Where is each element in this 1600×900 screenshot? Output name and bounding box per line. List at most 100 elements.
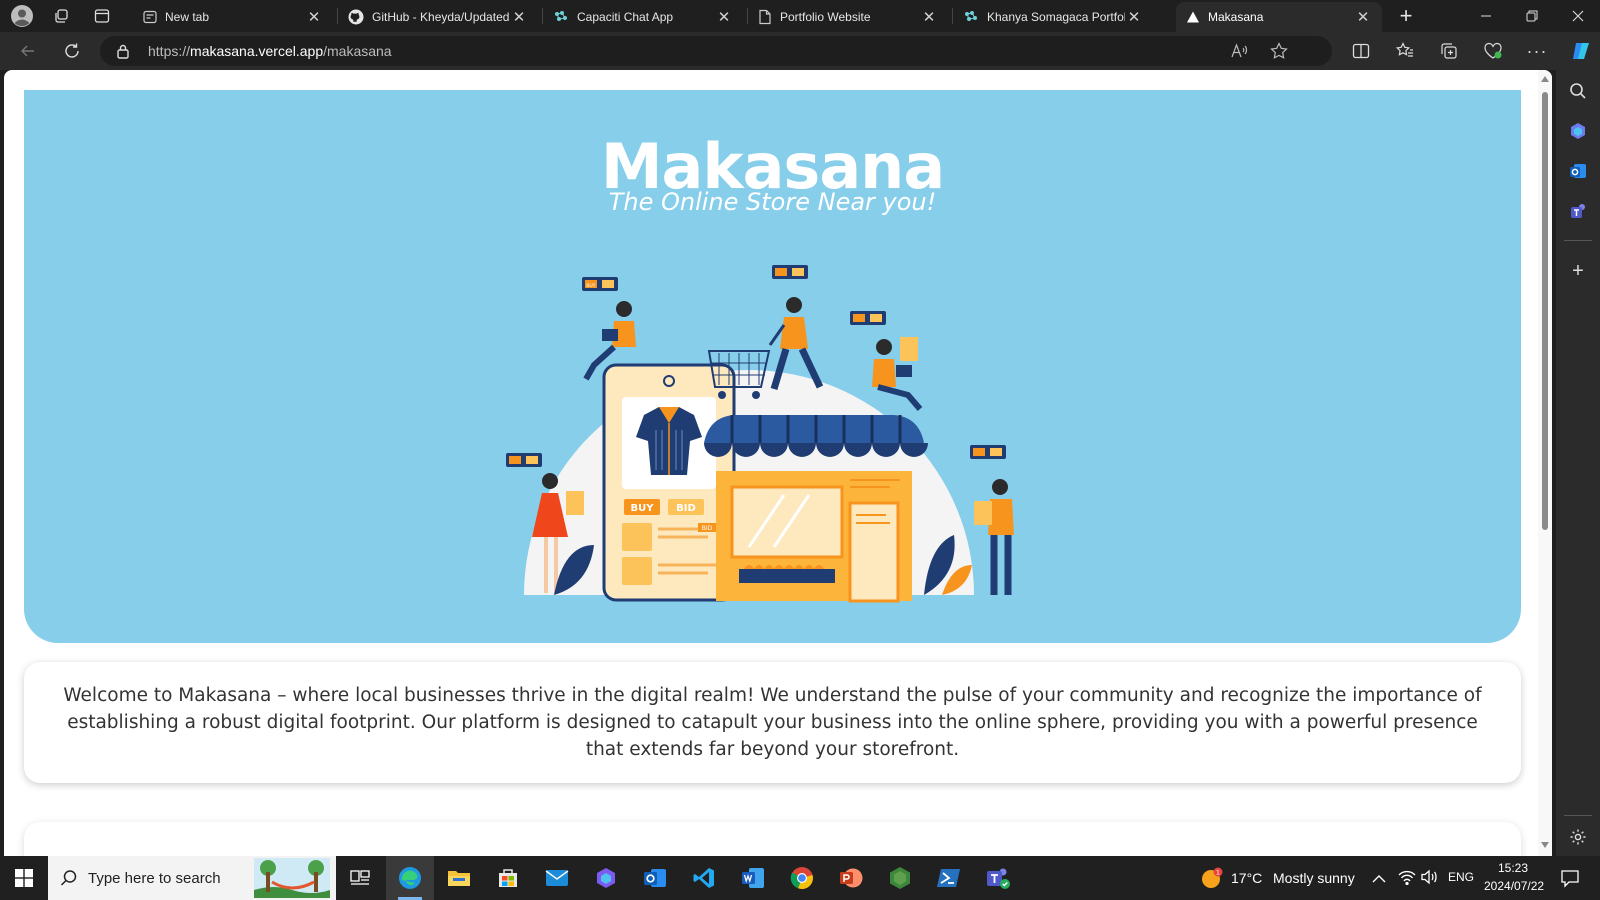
vscode-icon[interactable] — [680, 856, 728, 900]
next-section-card — [24, 822, 1521, 856]
powershell-icon[interactable] — [925, 856, 973, 900]
tab-title: Capaciti Chat App — [577, 10, 674, 24]
tab-close-icon[interactable]: ✕ — [305, 8, 323, 26]
weather-temp[interactable]: 17°C — [1231, 870, 1262, 886]
tab-close-icon[interactable]: ✕ — [1354, 8, 1372, 26]
browser-tab-strip: New tab ✕ GitHub - Kheyda/UpdatedC ✕ Cap… — [0, 0, 1600, 32]
tab-capaciti-chat[interactable]: Capaciti Chat App ✕ — [543, 2, 743, 32]
minimize-icon[interactable] — [1463, 0, 1509, 32]
refresh-icon[interactable] — [59, 39, 85, 63]
browser-essentials-icon[interactable] — [1480, 39, 1506, 63]
input-language[interactable]: ENG — [1448, 870, 1474, 884]
sidebar-settings-gear-icon[interactable] — [1567, 826, 1589, 848]
edge-icon[interactable] — [386, 856, 434, 900]
windows-start-icon[interactable] — [0, 856, 48, 900]
profile-avatar-icon[interactable] — [9, 4, 35, 28]
scroll-up-arrow-icon[interactable] — [1541, 76, 1549, 82]
tab-title: GitHub - Kheyda/UpdatedC — [372, 10, 510, 24]
tab-title: Portfolio Website — [780, 10, 871, 24]
tab-close-icon[interactable]: ✕ — [715, 8, 733, 26]
lock-icon[interactable] — [116, 43, 130, 64]
word-icon[interactable] — [729, 856, 777, 900]
vercel-icon — [1187, 11, 1199, 23]
read-aloud-icon[interactable] — [1230, 43, 1248, 64]
sidebar-divider — [1564, 815, 1592, 816]
outlook-icon[interactable] — [631, 856, 679, 900]
welcome-card: Welcome to Makasana – where local busine… — [24, 662, 1521, 783]
restore-icon[interactable] — [1509, 0, 1555, 32]
clock-date[interactable]: 2024/07/22 — [1484, 879, 1544, 893]
tab-title: Khanya Somagaca Portfolio — [987, 10, 1125, 24]
tab-portfolio-website[interactable]: Portfolio Website ✕ — [748, 2, 948, 32]
capaciti-icon — [965, 11, 977, 21]
favorite-star-icon[interactable] — [1270, 42, 1288, 65]
file-explorer-icon[interactable] — [435, 856, 483, 900]
tab-close-icon[interactable]: ✕ — [510, 8, 528, 26]
task-view-icon[interactable] — [336, 856, 384, 900]
chrome-icon[interactable] — [778, 856, 826, 900]
tab-khanya-portfolio[interactable]: Khanya Somagaca Portfolio ✕ — [953, 2, 1153, 32]
tab-title: New tab — [165, 10, 210, 24]
collections-icon[interactable] — [1436, 39, 1462, 63]
copilot-icon[interactable] — [1568, 39, 1594, 63]
page-viewport: Makasana The Online Store Near you! BUY … — [4, 70, 1552, 856]
welcome-text: Welcome to Makasana – where local busine… — [63, 685, 1482, 760]
microsoft-store-icon[interactable] — [484, 856, 532, 900]
sidebar-divider — [1564, 240, 1592, 241]
bid-small-label: BID — [702, 525, 713, 532]
buy-label: BUY — [631, 503, 655, 514]
sidebar-copilot-icon[interactable] — [1567, 120, 1589, 142]
browser-toolbar: https://makasana.vercel.app/makasana ··· — [0, 32, 1600, 70]
volume-speaker-icon[interactable] — [1420, 869, 1438, 890]
tab-makasana[interactable]: Makasana ✕ — [1176, 2, 1382, 32]
taskbar-search-placeholder: Type here to search — [88, 869, 221, 887]
edge-sidebar: + — [1556, 70, 1600, 856]
vertical-tabs-icon[interactable] — [89, 4, 115, 28]
taskbar-search-icon — [60, 870, 77, 886]
buy-small-label: BUY — [586, 283, 595, 289]
page-scrollbar[interactable] — [1538, 70, 1552, 856]
tab-title: Makasana — [1208, 10, 1264, 24]
address-bar[interactable]: https://makasana.vercel.app/makasana — [100, 36, 1332, 66]
favorites-icon[interactable] — [1392, 39, 1418, 63]
split-screen-icon[interactable] — [1348, 39, 1374, 63]
nodejs-icon[interactable] — [876, 856, 924, 900]
tab-close-icon[interactable]: ✕ — [1125, 8, 1143, 26]
sidebar-outlook-icon[interactable] — [1567, 160, 1589, 182]
close-window-icon[interactable] — [1555, 0, 1600, 32]
new-tab-plus-icon[interactable]: + — [1393, 3, 1419, 28]
network-wifi-icon[interactable] — [1398, 869, 1416, 890]
tab-close-icon[interactable]: ✕ — [920, 8, 938, 26]
weather-condition[interactable]: Mostly sunny — [1273, 870, 1355, 886]
back-arrow-icon[interactable] — [15, 39, 41, 63]
clock-time[interactable]: 15:23 — [1498, 861, 1528, 875]
sidebar-search-icon[interactable] — [1567, 80, 1589, 102]
url-host: makasana.vercel.app — [190, 43, 324, 59]
taskbar-search-box[interactable]: Type here to search — [48, 856, 336, 900]
scroll-thumb[interactable] — [1542, 92, 1548, 530]
teams-icon[interactable] — [974, 856, 1022, 900]
sidebar-add-icon[interactable]: + — [1567, 260, 1589, 282]
windows-taskbar: Type here to search 1 17°C Mostly sunny … — [0, 856, 1600, 900]
svg-text:1: 1 — [1216, 869, 1220, 877]
newtab-page-icon — [143, 10, 157, 24]
show-hidden-icons-chevron-icon[interactable] — [1372, 871, 1386, 889]
weather-sun-icon[interactable]: 1 — [1200, 866, 1224, 895]
powerpoint-icon[interactable] — [827, 856, 875, 900]
url-path: /makasana — [323, 43, 392, 59]
online-store-illustration: BUY BID BID BUY — [506, 265, 1014, 603]
notifications-icon[interactable] — [1560, 868, 1580, 893]
workspaces-icon[interactable] — [48, 4, 74, 28]
hero-tagline: The Online Store Near you! — [608, 188, 937, 216]
copilot-app-icon[interactable] — [582, 856, 630, 900]
tab-new-tab[interactable]: New tab ✕ — [133, 2, 333, 32]
scroll-down-arrow-icon[interactable] — [1541, 842, 1549, 848]
tab-github[interactable]: GitHub - Kheyda/UpdatedC ✕ — [338, 2, 538, 32]
url-text[interactable]: https://makasana.vercel.app/makasana — [148, 43, 392, 59]
search-highlight-illustration-icon — [254, 858, 330, 898]
hero-banner: Makasana The Online Store Near you! BUY … — [24, 90, 1521, 643]
mail-icon[interactable] — [533, 856, 581, 900]
more-menu-icon[interactable]: ··· — [1524, 39, 1550, 63]
page-icon — [759, 9, 771, 25]
sidebar-teams-icon[interactable] — [1567, 200, 1589, 222]
